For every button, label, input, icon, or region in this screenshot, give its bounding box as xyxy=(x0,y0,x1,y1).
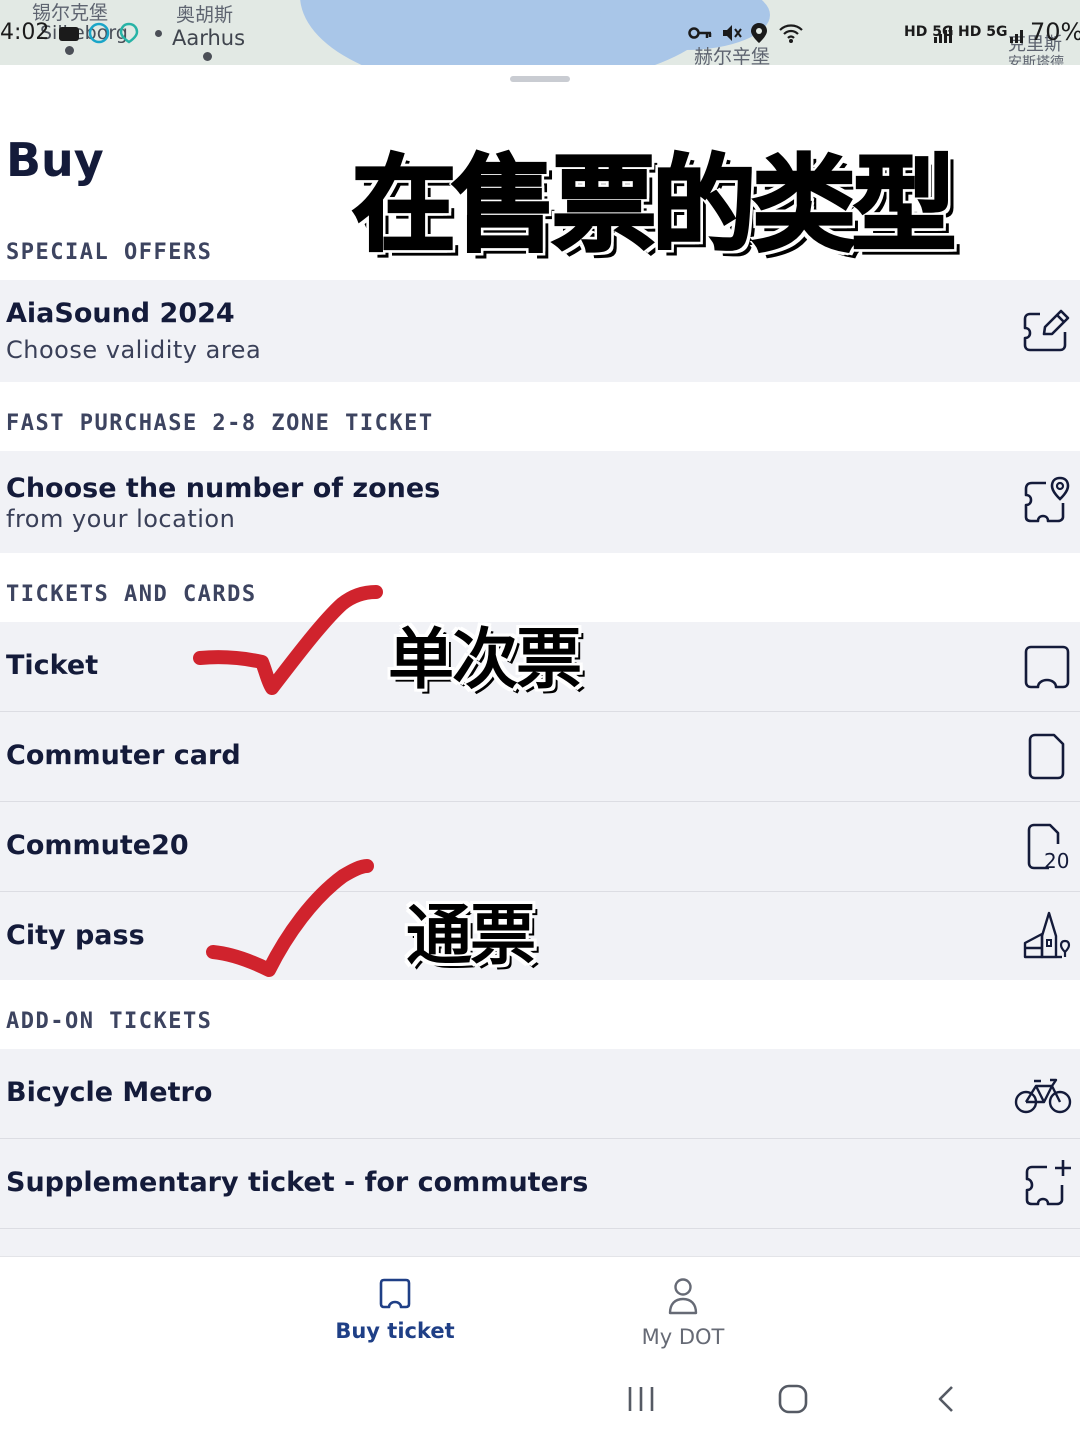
row-title: AiaSound 2024 xyxy=(6,298,235,329)
row-title: Choose the number of zones xyxy=(6,473,441,504)
city-landmark-icon xyxy=(1023,911,1071,959)
map-label: 奥胡斯 xyxy=(176,4,234,26)
sheet-drag-handle[interactable] xyxy=(510,76,570,82)
ticket-location-icon xyxy=(1024,476,1070,523)
map-dot xyxy=(203,52,212,61)
ticket-icon xyxy=(379,1278,411,1309)
vpn-key-icon xyxy=(688,27,712,39)
card-icon xyxy=(1028,733,1065,780)
overlay-caption-ticket-types: 在售票的类型 xyxy=(351,143,958,268)
row-title: Ticket xyxy=(6,650,99,681)
map-label: Silkeborg xyxy=(40,22,128,44)
list-item-partial xyxy=(0,1229,1080,1256)
section-header-fast-purchase: FAST PURCHASE 2-8 ZONE TICKET xyxy=(6,411,434,436)
ticket-type-item-city-pass[interactable]: City pass xyxy=(0,892,1080,980)
mute-icon xyxy=(723,25,742,41)
ticket-add-icon xyxy=(1025,1160,1071,1206)
commute20-card-icon: 20 xyxy=(1027,823,1069,872)
map-label: Aarhus xyxy=(172,26,246,50)
location-icon xyxy=(751,23,767,43)
map-dot xyxy=(65,46,74,55)
map-preview: 锡尔克堡 Silkeborg 奥胡斯 Aarhus 赫尔辛堡 克里斯 安斯塔德 … xyxy=(0,0,1080,65)
row-subtitle: from your location xyxy=(6,505,236,533)
fast-purchase-item[interactable]: Choose the number of zones from your loc… xyxy=(0,451,1080,553)
wifi-icon xyxy=(779,24,803,43)
row-subtitle: Choose validity area xyxy=(6,336,262,364)
photo-icon xyxy=(59,27,79,41)
map-label: 安斯塔德 xyxy=(1008,55,1064,65)
map-label: 赫尔辛堡 xyxy=(694,46,771,65)
ticket-icon xyxy=(1024,645,1070,689)
signal-icon xyxy=(934,26,952,43)
row-title: Bicycle Metro xyxy=(6,1077,213,1108)
map-dot xyxy=(155,30,162,37)
nav-label: My DOT xyxy=(641,1325,725,1349)
add-on-item-supplementary-ticket[interactable]: Supplementary ticket - for commuters xyxy=(0,1139,1080,1229)
signal-icon xyxy=(1010,30,1023,43)
row-title: Supplementary ticket - for commuters xyxy=(6,1167,589,1198)
commute20-badge: 20 xyxy=(1044,849,1069,872)
nav-tab-buy-ticket[interactable]: Buy ticket xyxy=(295,1277,495,1343)
section-header-add-on-tickets: ADD-ON TICKETS xyxy=(6,1009,213,1034)
person-icon xyxy=(668,1278,698,1315)
home-icon[interactable] xyxy=(778,1384,808,1414)
bottom-navigation: Buy ticket My DOT xyxy=(0,1256,1080,1440)
status-time: 4:02 xyxy=(0,20,50,45)
bicycle-icon xyxy=(1014,1078,1072,1114)
row-title: City pass xyxy=(6,920,145,951)
network-label: HD 5G xyxy=(958,24,1008,40)
overlay-caption-city-pass: 通票 xyxy=(406,897,536,974)
nav-tab-my-dot[interactable]: My DOT xyxy=(583,1277,783,1349)
add-on-item-bicycle-metro[interactable]: Bicycle Metro xyxy=(0,1049,1080,1139)
page-title: Buy xyxy=(6,133,104,187)
overlay-caption-single-ticket: 单次票 xyxy=(388,621,582,698)
section-header-special-offers: SPECIAL OFFERS xyxy=(6,240,213,265)
battery-percent: 70% xyxy=(1030,18,1080,46)
ticket-type-item-commute20[interactable]: Commute20 20 xyxy=(0,802,1080,892)
row-title: Commuter card xyxy=(6,740,241,771)
location-app-icon xyxy=(119,22,139,44)
ticket-type-item-commuter-card[interactable]: Commuter card xyxy=(0,712,1080,802)
location-app-icon xyxy=(88,22,110,44)
nav-label: Buy ticket xyxy=(335,1319,455,1343)
ticket-edit-icon xyxy=(1023,309,1070,352)
recent-apps-icon[interactable] xyxy=(626,1384,656,1414)
row-title: Commute20 xyxy=(6,830,189,861)
check-mark-icon xyxy=(206,859,374,977)
special-offer-item[interactable]: AiaSound 2024 Choose validity area xyxy=(0,280,1080,382)
check-mark-icon xyxy=(193,585,383,695)
back-icon[interactable] xyxy=(934,1384,958,1414)
